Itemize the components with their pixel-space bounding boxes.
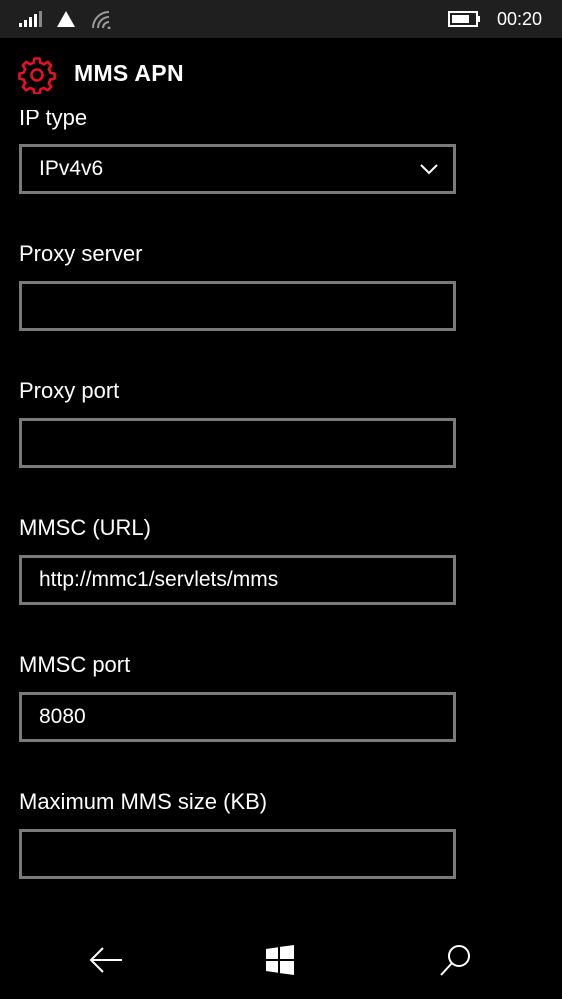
mmsc-url-label: MMSC (URL) (19, 515, 151, 540)
proxy-server-label: Proxy server (19, 241, 143, 266)
wifi-icon (90, 0, 112, 38)
navigation-bar (0, 922, 562, 999)
triangle-icon (56, 0, 76, 38)
start-button[interactable] (260, 940, 300, 980)
battery-icon (448, 0, 482, 38)
back-button[interactable] (86, 940, 126, 980)
status-bar: 00:20 (0, 0, 562, 38)
proxy-port-label: Proxy port (19, 378, 120, 403)
mmsc-port-label: MMSC port (19, 652, 131, 677)
mmsc-url-input[interactable]: http://mmc1/servlets/mms (19, 555, 456, 605)
page-title: MMS APN (74, 60, 184, 86)
search-icon (440, 945, 470, 976)
mmsc-url-value: http://mmc1/servlets/mms (39, 568, 279, 591)
proxy-port-input[interactable] (19, 418, 456, 468)
ip-type-value: IPv4v6 (39, 157, 104, 180)
windows-start-icon (266, 945, 294, 975)
signal-icon (18, 0, 42, 38)
mmsc-port-input[interactable]: 8080 (19, 692, 456, 742)
proxy-server-input[interactable] (19, 281, 456, 331)
page-header: MMS APN (0, 38, 562, 110)
mmsc-port-value: 8080 (39, 705, 86, 728)
back-arrow-icon (89, 947, 122, 973)
max-mms-size-label: Maximum MMS size (KB) (19, 789, 268, 814)
search-button[interactable] (436, 940, 476, 980)
chevron-down-icon (420, 164, 438, 175)
max-mms-size-input[interactable] (19, 829, 456, 879)
settings-form[interactable]: IP type IPv4v6 Proxy server Proxy port M… (0, 0, 562, 999)
ip-type-dropdown[interactable]: IPv4v6 (19, 144, 456, 194)
clock: 00:20 (496, 9, 542, 29)
screen: IP type IPv4v6 Proxy server Proxy port M… (0, 0, 562, 999)
gear-icon (18, 57, 56, 94)
